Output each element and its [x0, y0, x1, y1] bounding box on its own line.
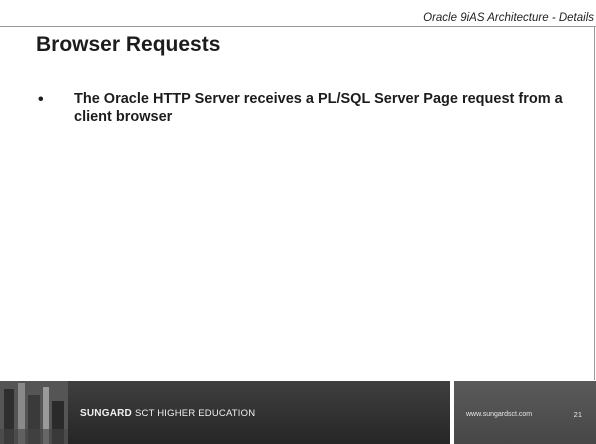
footer-url: www.sungardsct.com	[466, 411, 533, 418]
footer-side-panel: www.sungardsct.com 21	[454, 381, 596, 444]
bullet-marker: •	[38, 91, 44, 108]
brand-division: SCT HIGHER EDUCATION	[134, 408, 256, 419]
footer-photo-image	[0, 381, 68, 444]
brand-logo: SUNGARD SCT HIGHER EDUCATION	[80, 408, 255, 419]
page-number: 21	[573, 410, 582, 419]
brand-name: SUNGARD	[80, 408, 132, 419]
footer-bar: SUNGARD SCT HIGHER EDUCATION www.sungards…	[0, 381, 596, 444]
bullet-list: • The Oracle HTTP Server receives a PL/S…	[38, 90, 578, 126]
bullet-text: The Oracle HTTP Server receives a PL/SQL…	[74, 91, 563, 125]
right-border	[594, 26, 595, 380]
footer-main-panel: SUNGARD SCT HIGHER EDUCATION	[0, 381, 450, 444]
bullet-item: • The Oracle HTTP Server receives a PL/S…	[38, 90, 578, 126]
chairs-photo-icon	[0, 381, 68, 444]
title-divider	[0, 26, 596, 27]
slide: Oracle 9iAS Architecture - Details Brows…	[0, 0, 596, 444]
header-label: Oracle 9iAS Architecture - Details	[423, 12, 594, 24]
slide-title: Browser Requests	[36, 33, 221, 56]
